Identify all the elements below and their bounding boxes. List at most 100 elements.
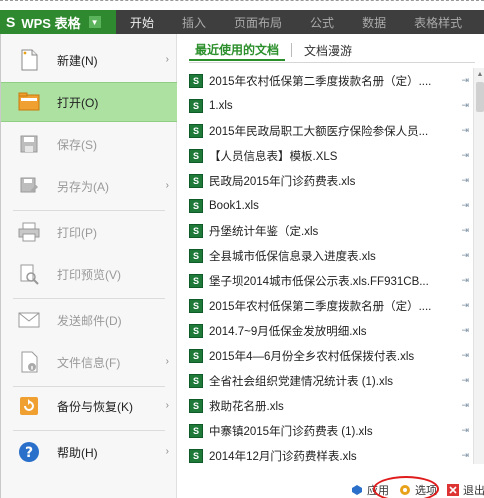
menu-item-label: 保存(S) (57, 137, 97, 152)
recent-file-item[interactable]: S 2015年农村低保第二季度拨款名册（定）.... ⇥ (185, 293, 471, 318)
recent-file-item[interactable]: S 1.xls ⇥ (185, 93, 471, 118)
recent-file-name: 堡子坝2014城市低保公示表.xls.FF931CB... (209, 275, 429, 288)
pin-icon[interactable]: ⇥ (461, 125, 469, 136)
menu-item-file-info[interactable]: 文件信息(F) › (1, 342, 177, 382)
menu-item-print[interactable]: 打印(P) (1, 212, 177, 252)
recent-file-item[interactable]: S 2014年12月门诊药费样表.xls ⇥ (185, 443, 471, 468)
ribbon-tab-insert[interactable]: 插入 (168, 10, 220, 34)
menu-item-label: 另存为(A) (57, 179, 109, 194)
recent-tabs: 最近使用的文档 文档漫游 (189, 38, 358, 62)
submenu-chevron-icon: › (165, 180, 169, 191)
file-info-icon (17, 350, 41, 374)
recent-file-item[interactable]: S 全省社会组织党建情况统计表 (1).xls ⇥ (185, 368, 471, 393)
wps-app-menu-button[interactable]: S WPS 表格 ▼ (0, 10, 116, 34)
menu-item-label: 打开(O) (57, 95, 99, 110)
tab-divider (291, 43, 293, 57)
tab-underline (189, 62, 475, 63)
pin-icon[interactable]: ⇥ (461, 450, 469, 461)
mail-icon (17, 308, 41, 332)
recent-file-item[interactable]: S Book1.xls ⇥ (185, 193, 471, 218)
pin-icon[interactable]: ⇥ (461, 325, 469, 336)
menu-item-label: 打印(P) (57, 225, 97, 240)
recent-file-name: 2014年12月门诊药费样表.xls (209, 450, 357, 463)
pin-icon[interactable]: ⇥ (461, 100, 469, 111)
exit-button[interactable]: 退出 (447, 482, 484, 498)
submenu-chevron-icon: › (165, 54, 169, 65)
recent-file-name: 中寨镇2015年门诊药费表 (1).xls (209, 425, 373, 438)
recent-file-item[interactable]: S 2015年民政局职工大额医疗保险参保人员... ⇥ (185, 118, 471, 143)
recent-file-name: Book1.xls (209, 199, 259, 212)
recent-file-name: 【人员信息表】模板.XLS (209, 150, 338, 163)
dropdown-arrow-icon: ▼ (88, 16, 101, 28)
save-icon (17, 132, 41, 156)
pin-icon[interactable]: ⇥ (461, 425, 469, 436)
ribbon-tab-table-style[interactable]: 表格样式 (400, 10, 476, 34)
open-folder-icon (17, 90, 41, 114)
recent-file-item[interactable]: S 堡子坝2014城市低保公示表.xls.FF931CB... ⇥ (185, 268, 471, 293)
pin-icon[interactable]: ⇥ (461, 150, 469, 161)
menu-item-label: 打印预览(V) (57, 267, 121, 282)
menu-item-label: 备份与恢复(K) (57, 399, 133, 414)
tab-recent-documents[interactable]: 最近使用的文档 (189, 39, 286, 61)
ribbon-tab-data[interactable]: 数据 (348, 10, 400, 34)
menu-item-open[interactable]: 打开(O) (1, 82, 177, 122)
menu-item-help[interactable]: ? 帮助(H) › (1, 432, 177, 472)
new-document-icon (17, 48, 41, 72)
submenu-chevron-icon: › (165, 356, 169, 367)
menu-item-label: 发送邮件(D) (57, 313, 122, 328)
menu-item-send-mail[interactable]: 发送邮件(D) (1, 300, 177, 340)
printer-icon (17, 220, 41, 244)
pin-icon[interactable]: ⇥ (461, 275, 469, 286)
pin-icon[interactable]: ⇥ (461, 225, 469, 236)
spreadsheet-file-icon: S (189, 73, 203, 88)
recent-file-item[interactable]: S 中寨镇2015年门诊药费表 (1).xls ⇥ (185, 418, 471, 443)
pin-icon[interactable]: ⇥ (461, 300, 469, 311)
recent-file-item[interactable]: S 民政局2015年门诊药费表.xls ⇥ (185, 168, 471, 193)
menu-item-save-as[interactable]: 另存为(A) › (1, 166, 177, 206)
wps-logo-icon: S (6, 14, 16, 30)
ribbon-tab-formulas[interactable]: 公式 (296, 10, 348, 34)
help-icon: ? (17, 440, 41, 464)
recent-file-list: S 2015年农村低保第二季度拨款名册（定）.... ⇥ S 1.xls ⇥ S 2015年民… (185, 68, 471, 468)
ribbon: S WPS 表格 ▼ 开始 插入 页面布局 公式 数据 表格样式 (0, 10, 484, 34)
recent-file-name: 2014.7~9月低保金发放明细.xls (209, 325, 367, 338)
recent-file-name: 民政局2015年门诊药费表.xls (209, 175, 356, 188)
menu-item-label: 帮助(H) (57, 445, 98, 460)
pin-icon[interactable]: ⇥ (461, 350, 469, 361)
pin-icon[interactable]: ⇥ (461, 200, 469, 211)
pin-icon[interactable]: ⇥ (461, 400, 469, 411)
spreadsheet-file-icon: S (189, 373, 203, 388)
scrollbar-thumb[interactable] (476, 82, 484, 112)
menu-item-backup-restore[interactable]: 备份与恢复(K) › (1, 386, 177, 426)
file-menu-list: 新建(N) › 打开(O) 保存(S) 另存为(A) › 打印(P) 打印预览(… (1, 34, 177, 498)
spreadsheet-file-icon: S (189, 273, 203, 288)
spreadsheet-file-icon: S (189, 348, 203, 363)
menu-item-new[interactable]: 新建(N) › (1, 40, 177, 80)
recent-file-item[interactable]: S 2015年农村低保第二季度拨款名册（定）.... ⇥ (185, 68, 471, 93)
pin-icon[interactable]: ⇥ (461, 375, 469, 386)
pin-icon[interactable]: ⇥ (461, 175, 469, 186)
apps-icon (351, 484, 363, 496)
pin-icon[interactable]: ⇥ (461, 75, 469, 86)
recent-file-item[interactable]: S 救助花名册.xls ⇥ (185, 393, 471, 418)
spreadsheet-file-icon: S (189, 423, 203, 438)
top-strip (0, 0, 484, 10)
menu-item-save[interactable]: 保存(S) (1, 124, 177, 164)
recent-file-item[interactable]: S 【人员信息表】模板.XLS ⇥ (185, 143, 471, 168)
spreadsheet-file-icon: S (189, 223, 203, 238)
recent-file-item[interactable]: S 丹堡统计年鉴（定.xls ⇥ (185, 218, 471, 243)
ribbon-tab-home[interactable]: 开始 (116, 10, 168, 34)
spreadsheet-file-icon: S (189, 148, 203, 163)
scrollbar[interactable]: ▲ (473, 68, 484, 464)
scroll-up-arrow-icon[interactable]: ▲ (474, 68, 484, 80)
ribbon-tab-page-layout[interactable]: 页面布局 (220, 10, 296, 34)
recent-file-item[interactable]: S 2014.7~9月低保金发放明细.xls ⇥ (185, 318, 471, 343)
pin-icon[interactable]: ⇥ (461, 250, 469, 261)
recent-file-item[interactable]: S 全县城市低保信息录入进度表.xls ⇥ (185, 243, 471, 268)
menu-item-print-preview[interactable]: 打印预览(V) (1, 254, 177, 294)
tab-document-roaming[interactable]: 文档漫游 (298, 39, 358, 61)
recent-file-item[interactable]: S 2015年4—6月份全乡农村低保拨付表.xls ⇥ (185, 343, 471, 368)
spreadsheet-file-icon: S (189, 248, 203, 263)
menu-item-label: 新建(N) (57, 53, 98, 68)
save-as-icon (17, 174, 41, 198)
